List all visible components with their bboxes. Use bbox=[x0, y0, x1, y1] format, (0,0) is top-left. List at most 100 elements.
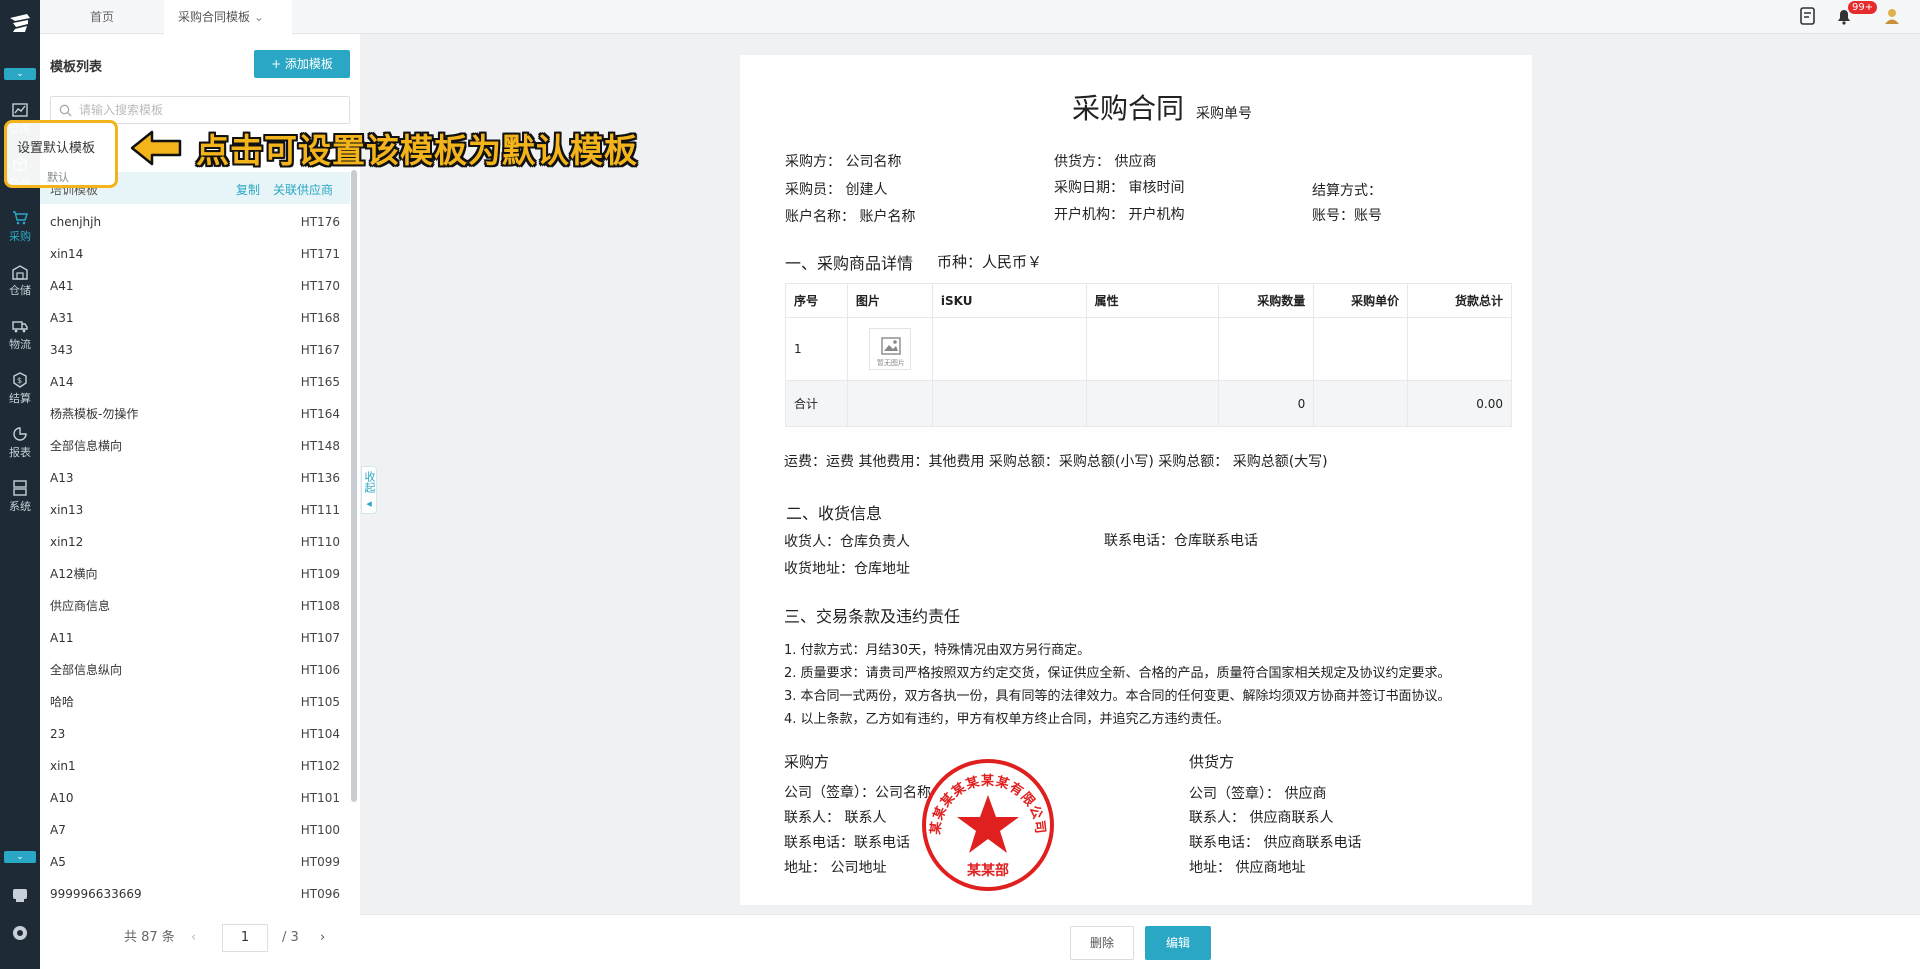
template-list: chenjhjh HT176 xin14 HT171 A41 HT170 A31 HT168 3… bbox=[40, 206, 350, 946]
table-row[interactable]: 343 HT167 bbox=[40, 334, 350, 366]
template-code: HT148 bbox=[300, 439, 340, 453]
arrow-left-icon bbox=[130, 130, 182, 166]
company-seal-icon: 某某某某某某某有限公司 某某部 bbox=[922, 759, 1054, 891]
tab-bar: 首页 采购合同模板 ⌄ × 99+ bbox=[40, 0, 1920, 58]
table-row[interactable]: A5 HT099 bbox=[40, 846, 350, 878]
settlement-field: 结算方式： bbox=[1312, 183, 1382, 199]
next-page-button[interactable]: › bbox=[320, 924, 325, 952]
table-row[interactable]: 全部信息纵向 HT106 bbox=[40, 654, 350, 686]
add-template-button[interactable]: + 添加模板 bbox=[254, 50, 350, 78]
notification-badge: 99+ bbox=[1848, 1, 1878, 14]
chevron-down-icon[interactable]: ⌄ bbox=[254, 10, 264, 24]
nav-item-purchase[interactable]: 采购 bbox=[0, 204, 40, 252]
table-row[interactable]: A14 HT165 bbox=[40, 366, 350, 398]
table-row[interactable]: 供应商信息 HT108 bbox=[40, 590, 350, 622]
receiver-address-field: 收货地址：仓库地址 bbox=[784, 561, 910, 577]
truck-icon bbox=[12, 321, 28, 333]
template-code: HT167 bbox=[300, 343, 340, 357]
contract-preview: 采购合同 采购单号 采购方： 公司名称 供货方： 供应商 采购员： 创建人 采购… bbox=[740, 55, 1532, 905]
table-row[interactable]: A11 HT107 bbox=[40, 622, 350, 654]
action-bar: 删除 编辑 bbox=[360, 914, 1920, 969]
table-row[interactable]: chenjhjh HT176 bbox=[40, 206, 350, 238]
table-row[interactable]: A13 HT136 bbox=[40, 462, 350, 494]
template-name: A11 bbox=[50, 631, 74, 645]
term-item: 4. 以上条款，乙方如有违约，甲方有权单方终止合同，并追究乙方违约责任。 bbox=[784, 712, 1230, 727]
scrollbar[interactable] bbox=[351, 170, 357, 802]
template-name: chenjhjh bbox=[50, 215, 102, 229]
purchaser-field: 采购员： 创建人 bbox=[785, 182, 888, 198]
tab-home[interactable]: 首页 bbox=[40, 0, 164, 34]
template-name: 999996633669 bbox=[50, 887, 142, 901]
template-name: xin12 bbox=[50, 535, 84, 549]
nav-collapse-toggle[interactable]: ⌄ bbox=[4, 851, 36, 863]
purchase-date-field: 采购日期： 审核时间 bbox=[1054, 180, 1185, 196]
avatar-icon[interactable] bbox=[1882, 6, 1902, 26]
set-default-tooltip[interactable]: 设置默认模板 默认 bbox=[4, 120, 118, 188]
table-row[interactable]: xin14 HT171 bbox=[40, 238, 350, 270]
template-name: A13 bbox=[50, 471, 74, 485]
table-row[interactable]: 23 HT104 bbox=[40, 718, 350, 750]
template-code: HT100 bbox=[300, 823, 340, 837]
receiver-phone-field: 联系电话：仓库联系电话 bbox=[1104, 533, 1258, 549]
search-input[interactable] bbox=[79, 101, 339, 119]
table-header-row: 序号 图片 iSKU 属性 采购数量 采购单价 货款总计 bbox=[785, 283, 1512, 318]
table-row[interactable]: A10 HT101 bbox=[40, 782, 350, 814]
table-row[interactable]: 全部信息横向 HT148 bbox=[40, 430, 350, 462]
col-index: 序号 bbox=[785, 283, 848, 318]
table-row[interactable]: A41 HT170 bbox=[40, 270, 350, 302]
table-row[interactable]: xin1 HT102 bbox=[40, 750, 350, 782]
delete-button[interactable]: 删除 bbox=[1070, 926, 1134, 960]
table-row[interactable]: A12横向 HT109 bbox=[40, 558, 350, 590]
template-name: 全部信息纵向 bbox=[50, 663, 123, 677]
table-row[interactable]: 哈哈 HT105 bbox=[40, 686, 350, 718]
currency-field: 币种：人民币￥ bbox=[937, 253, 1043, 271]
table-row[interactable]: xin12 HT110 bbox=[40, 526, 350, 558]
panel-collapse-handle[interactable]: 收起 ◂ bbox=[361, 466, 377, 514]
template-name: xin13 bbox=[50, 503, 84, 517]
image-icon bbox=[881, 337, 901, 355]
supplier-sign-title: 供货方 bbox=[1189, 753, 1235, 771]
edit-button[interactable]: 编辑 bbox=[1145, 926, 1211, 960]
template-code: HT107 bbox=[300, 631, 340, 645]
term-item: 1. 付款方式：月结30天，特殊情况由双方另行商定。 bbox=[784, 643, 1091, 658]
table-row[interactable]: xin13 HT111 bbox=[40, 494, 350, 526]
page-input[interactable]: 1 bbox=[222, 924, 268, 952]
col-unit-price: 采购单价 bbox=[1313, 283, 1409, 318]
tab-purchase-contract-template[interactable]: 采购合同模板 ⌄ × bbox=[164, 0, 292, 58]
cart-icon bbox=[13, 211, 28, 225]
template-code: HT170 bbox=[300, 279, 340, 293]
nav-expand-toggle[interactable]: ⌄ bbox=[4, 68, 36, 80]
table-row[interactable]: 999996633669 HT096 bbox=[40, 878, 350, 910]
template-code: HT110 bbox=[300, 535, 340, 549]
template-code: HT136 bbox=[300, 471, 340, 485]
table-row[interactable]: 杨燕模板-勿操作 HT164 bbox=[40, 398, 350, 430]
template-code: HT101 bbox=[300, 791, 340, 805]
set-default-template-option[interactable]: 设置默认模板 bbox=[17, 137, 95, 156]
template-name: 343 bbox=[50, 343, 73, 357]
nav-item-system[interactable]: 系统 bbox=[0, 474, 40, 522]
nav-item-settlement[interactable]: $ 结算 bbox=[0, 366, 40, 414]
contract-title: 采购合同 bbox=[1072, 92, 1185, 125]
nav-item-logistics[interactable]: 物流 bbox=[0, 312, 40, 360]
nav-item-storage[interactable]: 仓储 bbox=[0, 258, 40, 306]
account-number-field: 账号：账号 bbox=[1312, 208, 1382, 224]
template-code: HT102 bbox=[300, 759, 340, 773]
table-row[interactable]: A31 HT168 bbox=[40, 302, 350, 334]
help-icon[interactable] bbox=[11, 924, 29, 942]
account-name-field: 账户名称： 账户名称 bbox=[785, 209, 916, 225]
row-image: 暂无图片 bbox=[846, 317, 933, 381]
task-icon[interactable] bbox=[1798, 6, 1818, 26]
link-supplier-link[interactable]: 关联供应商 bbox=[273, 181, 333, 198]
copy-link[interactable]: 复制 bbox=[236, 181, 260, 198]
table-sum-row: 合计 0 0.00 bbox=[785, 380, 1512, 427]
prev-page-button[interactable]: ‹ bbox=[191, 924, 196, 952]
caret-left-icon: ◂ bbox=[366, 497, 372, 510]
receiver-field: 收货人：仓库负责人 bbox=[784, 534, 910, 550]
nav-item-report[interactable]: 报表 bbox=[0, 420, 40, 468]
template-name: A12横向 bbox=[50, 567, 98, 581]
message-icon[interactable] bbox=[11, 886, 29, 904]
section-terms-title: 三、交易条款及违约责任 bbox=[784, 607, 961, 626]
svg-text:$: $ bbox=[17, 376, 22, 385]
table-row[interactable]: A7 HT100 bbox=[40, 814, 350, 846]
logo-icon[interactable] bbox=[7, 10, 33, 36]
